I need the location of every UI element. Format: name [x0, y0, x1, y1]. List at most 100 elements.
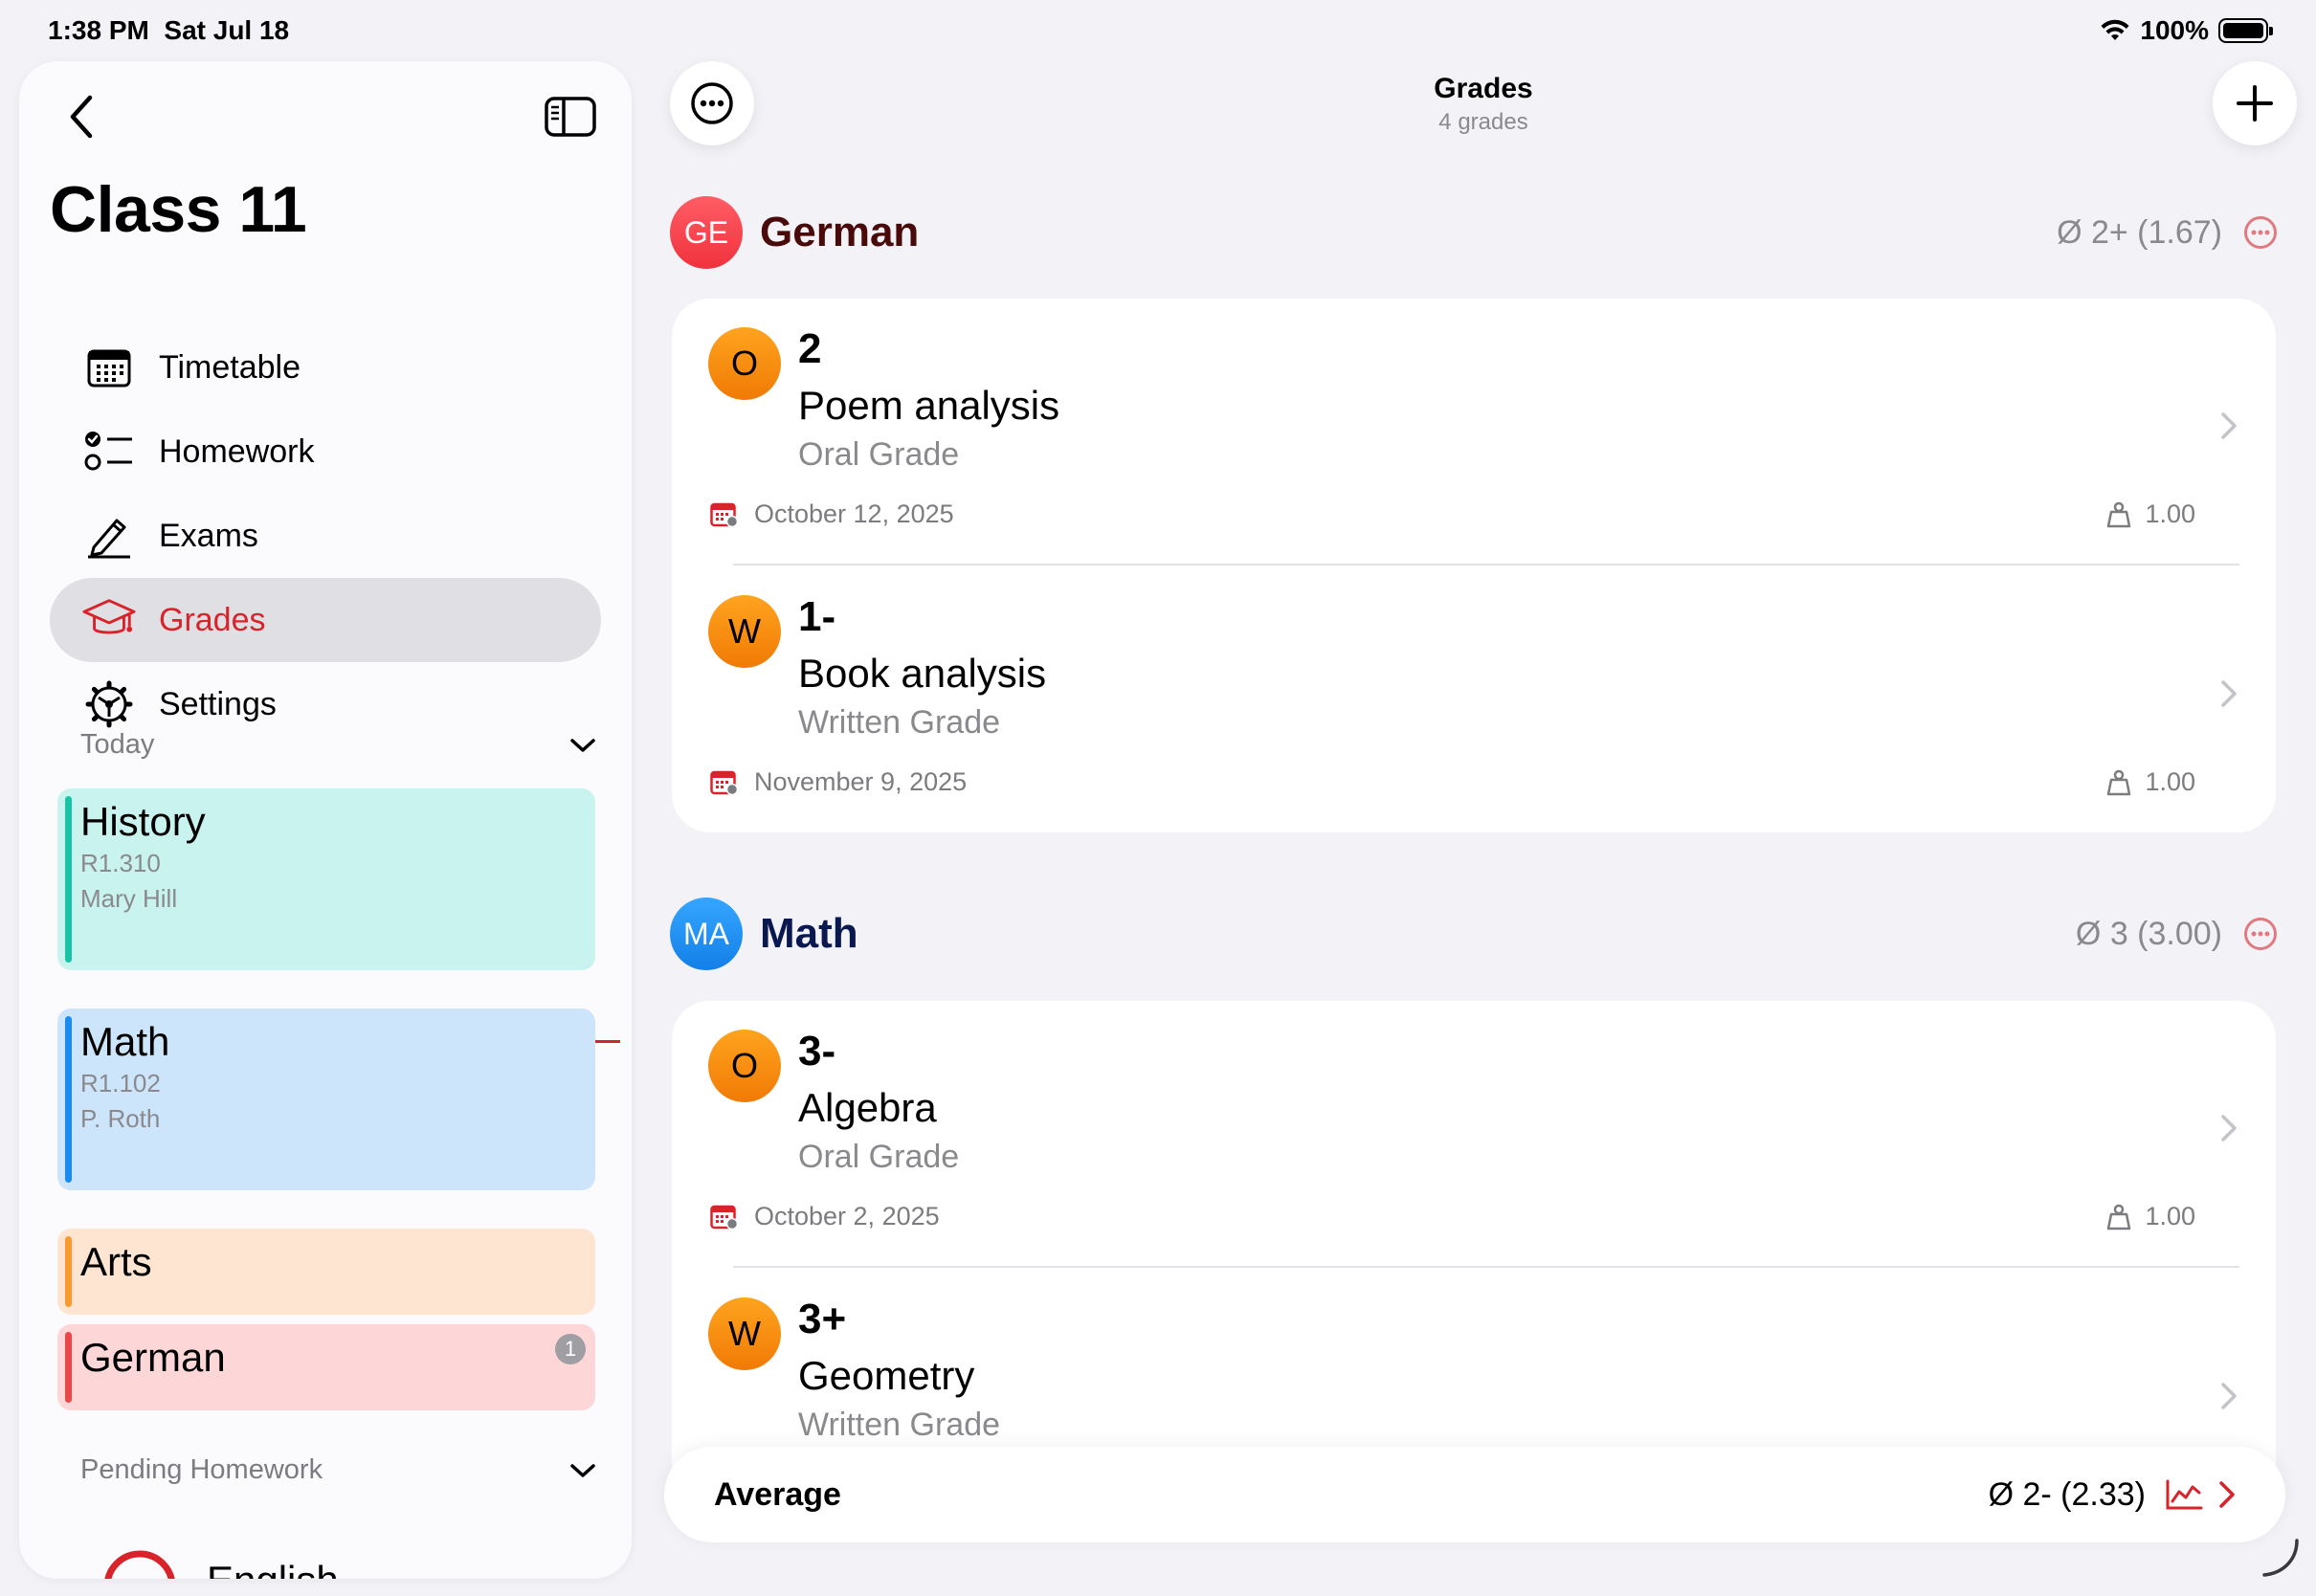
subject-average: Ø 3 (3.00): [2075, 915, 2222, 952]
grade-date: October 2, 2025: [710, 1202, 940, 1231]
grade-type-avatar: O: [708, 1030, 781, 1102]
sidebar-toggle-button[interactable]: [540, 86, 601, 147]
weight-icon: [2107, 501, 2131, 527]
page-header: Grades 4 grades: [1292, 73, 1675, 136]
subject-header-math: MA Math Ø 3 (3.00): [670, 897, 2278, 971]
today-section-header[interactable]: Today: [80, 729, 597, 761]
battery-icon: [2218, 18, 2273, 43]
grade-name: Algebra: [798, 1085, 937, 1130]
lesson-room: R1.102: [80, 1069, 161, 1097]
grade-row[interactable]: O 2 Poem analysis Oral Grade October 12,…: [672, 299, 2276, 566]
lesson-teacher: P. Roth: [80, 1104, 161, 1133]
pending-homework-item[interactable]: English: [80, 1548, 339, 1579]
sidebar-item-label: Grades: [159, 601, 266, 638]
calendar-icon: [82, 341, 136, 394]
status-time: 1:38 PM Sat Jul 18: [48, 15, 290, 45]
grade-weight: 1.00: [2106, 1202, 2195, 1231]
chevron-right-icon: [2221, 1383, 2237, 1409]
sidebar-title: Class 11: [50, 173, 307, 246]
calendar-icon: [710, 502, 739, 527]
average-label: Average: [714, 1475, 841, 1513]
page-subtitle: 4 grades: [1438, 109, 1528, 135]
grade-weight: 1.00: [2106, 767, 2195, 797]
grade-type: Oral Grade: [798, 436, 960, 473]
subject-average: Ø 2+ (1.67): [2057, 213, 2222, 251]
lesson-title: History: [80, 799, 206, 844]
row-divider: [733, 564, 2239, 565]
lesson-card-math[interactable]: Math R1.102 P. Roth: [57, 1009, 595, 1190]
sidebar-item-grades[interactable]: Grades: [50, 578, 601, 662]
chevron-right-icon[interactable]: [2218, 1480, 2236, 1509]
notification-badge: 1: [555, 1334, 586, 1364]
chevron-down-icon: [570, 738, 595, 752]
chevron-left-icon: [70, 95, 93, 139]
gear-icon: [82, 677, 136, 731]
subject-more-icon[interactable]: [2243, 917, 2278, 951]
grade-name: Geometry: [798, 1353, 975, 1398]
pencil-icon: [82, 509, 136, 563]
sidebar-item-exams[interactable]: Exams: [50, 494, 601, 578]
sidebar-icon: [545, 97, 596, 137]
lesson-color-bar: [65, 1332, 72, 1403]
subject-avatar: MA: [670, 898, 743, 970]
grade-date: October 12, 2025: [710, 499, 954, 529]
chevron-down-icon: [570, 1463, 595, 1477]
sidebar-nav: Timetable Homework Exams Grades Settings: [50, 325, 601, 746]
grade-value: 3+: [798, 1296, 847, 1342]
sidebar-item-label: Settings: [159, 685, 277, 722]
homework-status-circle-icon: [104, 1550, 175, 1579]
sidebar-item-timetable[interactable]: Timetable: [50, 325, 601, 410]
grade-type: Written Grade: [798, 704, 1001, 741]
grade-weight: 1.00: [2106, 499, 2195, 529]
grade-row[interactable]: O 3- Algebra Oral Grade October 2, 2025 …: [672, 1001, 2276, 1269]
average-bar[interactable]: Average Ø 2- (2.33): [664, 1447, 2285, 1542]
resize-corner-indicator: [2262, 1539, 2299, 1577]
subject-more-icon[interactable]: [2243, 215, 2278, 250]
sidebar-item-label: Exams: [159, 517, 258, 554]
sidebar-item-label: Timetable: [159, 348, 301, 386]
sidebar-item-homework[interactable]: Homework: [50, 410, 601, 494]
grade-name: Book analysis: [798, 651, 1047, 696]
subject-avatar: GE: [670, 196, 743, 269]
grade-type-avatar: W: [708, 1297, 781, 1370]
lesson-room: R1.310: [80, 849, 161, 877]
battery-percent: 100%: [2140, 15, 2209, 45]
subject-name: German: [760, 209, 920, 255]
subject-name: Math: [760, 910, 858, 957]
sidebar-item-label: Homework: [159, 432, 315, 470]
grade-name: Poem analysis: [798, 383, 1060, 428]
lesson-title: Math: [80, 1019, 170, 1064]
lesson-card-history[interactable]: History R1.310 Mary Hill: [57, 788, 595, 970]
row-divider: [733, 1266, 2239, 1268]
status-right: 100%: [2100, 15, 2273, 46]
lesson-color-bar: [65, 1236, 72, 1307]
lesson-card-arts[interactable]: Arts: [57, 1229, 595, 1315]
graduation-cap-icon: [82, 593, 136, 647]
add-grade-button[interactable]: [2213, 61, 2297, 145]
grade-value: 1-: [798, 593, 836, 640]
more-options-button[interactable]: [670, 61, 754, 145]
lesson-color-bar: [65, 796, 72, 963]
homework-subject: English: [207, 1558, 339, 1579]
checklist-icon: [82, 425, 136, 478]
subject-header-german: GE German Ø 2+ (1.67): [670, 195, 2278, 270]
average-value: Ø 2- (2.33): [1988, 1475, 2146, 1513]
chevron-right-icon: [2221, 412, 2237, 439]
plus-icon: [2237, 85, 2273, 122]
grade-value: 3-: [798, 1028, 836, 1075]
lesson-teacher: Mary Hill: [80, 884, 178, 913]
grade-row[interactable]: W 1- Book analysis Written Grade Novembe…: [672, 566, 2276, 832]
back-button[interactable]: [67, 78, 153, 155]
line-chart-icon[interactable]: [2165, 1478, 2203, 1511]
lesson-color-bar: [65, 1016, 72, 1183]
chevron-right-icon: [2221, 1115, 2237, 1142]
lesson-card-german[interactable]: German 1: [57, 1324, 595, 1410]
ellipsis-circle-icon: [691, 82, 733, 124]
grade-type-avatar: W: [708, 595, 781, 668]
calendar-icon: [710, 1205, 739, 1230]
grade-value: 2: [798, 325, 822, 372]
grade-type: Oral Grade: [798, 1139, 960, 1175]
calendar-icon: [710, 770, 739, 795]
today-label: Today: [80, 729, 155, 760]
pending-homework-header[interactable]: Pending Homework: [80, 1454, 597, 1486]
